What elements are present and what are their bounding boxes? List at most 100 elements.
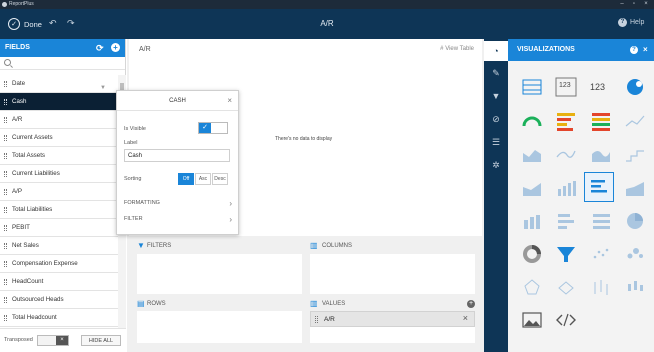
maximize-icon[interactable]: ▫ [628, 0, 640, 9]
formatting-section[interactable]: FORMATTING › [124, 199, 232, 208]
gear-icon[interactable]: ✲ [484, 155, 508, 175]
field-item[interactable]: Total Assets [0, 147, 118, 165]
drag-handle-icon[interactable] [4, 153, 7, 159]
drag-handle-icon[interactable] [4, 225, 7, 231]
map-globe-icon[interactable] [620, 72, 650, 102]
drag-handle-icon[interactable] [4, 99, 7, 105]
field-search-input[interactable] [0, 57, 125, 70]
field-item[interactable]: A/R [0, 111, 118, 129]
hide-all-button[interactable]: HIDE ALL [81, 335, 121, 346]
bullet-graph-icon[interactable] [551, 106, 581, 136]
drag-handle-icon[interactable] [4, 135, 7, 141]
transposed-toggle[interactable]: × [37, 335, 69, 346]
area-chart-icon[interactable] [517, 139, 547, 169]
field-item[interactable]: Date ▼ [0, 75, 118, 93]
drag-handle-icon[interactable] [315, 316, 318, 323]
filters-drop-zone[interactable] [137, 254, 302, 294]
field-list: Date ▼ Cash A/R Current Assets Total Asse… [0, 75, 118, 327]
refresh-icon[interactable]: ⟳ [96, 43, 104, 53]
sort-off-button[interactable]: Off [178, 173, 194, 185]
field-item[interactable]: Net Sales [0, 237, 118, 255]
sort-desc-button[interactable]: Desc [212, 173, 228, 185]
drag-handle-icon[interactable] [4, 189, 7, 195]
field-item[interactable]: Current Assets [0, 129, 118, 147]
field-item[interactable]: Total Headcount [0, 309, 118, 327]
bubble-chart-icon[interactable] [620, 239, 650, 269]
drag-handle-icon[interactable] [4, 261, 7, 267]
scatter-chart-icon[interactable] [586, 239, 616, 269]
visualizations-tab-icon[interactable]: ◔ [484, 41, 508, 61]
image-viz-icon[interactable] [517, 305, 547, 335]
radar-chart-icon[interactable] [517, 272, 547, 302]
check-icon: ✓ [199, 123, 211, 133]
remove-value-icon[interactable]: × [463, 313, 468, 323]
gauge-icon[interactable] [517, 106, 547, 136]
view-table-button[interactable]: # View Table [440, 46, 474, 52]
doughnut-chart-icon[interactable] [517, 239, 547, 269]
visualizations-panel: VISUALIZATIONS ? × 123 123 [508, 39, 654, 352]
funnel-chart-icon[interactable] [551, 239, 581, 269]
stacked-bar-icon[interactable] [551, 206, 581, 236]
drag-handle-icon[interactable] [4, 81, 7, 87]
drag-handle-icon[interactable] [4, 315, 7, 321]
field-settings-popup: CASH × Is Visible ✓ Label Cash Sorting O… [116, 90, 239, 235]
is-visible-toggle[interactable]: ✓ [198, 122, 228, 134]
field-label: A/P [12, 188, 22, 195]
drag-handle-icon[interactable] [4, 171, 7, 177]
close-icon[interactable]: × [643, 39, 648, 61]
kpi-number-icon[interactable]: 123 [551, 72, 581, 102]
field-item[interactable]: HeadCount [0, 273, 118, 291]
add-field-icon[interactable]: + [111, 43, 120, 52]
settings-wrench-icon[interactable]: ✎ [484, 63, 508, 83]
field-item-selected[interactable]: Cash [0, 93, 118, 111]
close-window-icon[interactable]: × [640, 0, 652, 9]
sliders-icon[interactable]: ☰ [484, 132, 508, 152]
columns-drop-zone[interactable] [310, 254, 475, 294]
fields-header: FIELDS ⟳ + [0, 39, 125, 57]
stacked-area-100-icon[interactable] [620, 173, 650, 203]
drag-handle-icon[interactable] [4, 207, 7, 213]
drag-handle-icon[interactable] [4, 297, 7, 303]
stacked-bar-100-icon[interactable] [586, 206, 616, 236]
field-item[interactable]: Total Liabilities [0, 201, 118, 219]
drag-handle-icon[interactable] [4, 117, 7, 123]
pie-chart-icon[interactable] [620, 206, 650, 236]
column-chart-icon[interactable] [551, 173, 581, 203]
field-item[interactable]: Current Liabilities [0, 165, 118, 183]
minimize-icon[interactable]: – [616, 0, 628, 9]
add-value-icon[interactable]: + [467, 300, 475, 308]
step-line-icon[interactable] [620, 139, 650, 169]
candlestick-chart-icon[interactable] [620, 272, 650, 302]
close-icon[interactable]: × [227, 91, 232, 111]
field-item[interactable]: A/P [0, 183, 118, 201]
filter-tab-icon[interactable]: ▼ [484, 86, 508, 106]
filter-section[interactable]: FILTER › [124, 215, 232, 224]
bar-chart-icon-selected[interactable] [584, 172, 614, 202]
polar-chart-icon[interactable] [551, 272, 581, 302]
help-button[interactable]: ? Help [618, 18, 644, 27]
stacked-column-icon[interactable] [517, 206, 547, 236]
label-input[interactable]: Cash [124, 149, 230, 162]
field-label: Total Headcount [12, 314, 57, 321]
grid-viz-icon[interactable] [517, 72, 547, 102]
stacked-area-icon[interactable] [517, 173, 547, 203]
line-chart-icon[interactable] [551, 139, 581, 169]
help-icon[interactable]: ? [630, 46, 638, 54]
drag-handle-icon[interactable] [4, 243, 7, 249]
field-item[interactable]: PEBIT [0, 219, 118, 237]
sorting-label: Sorting [124, 176, 142, 182]
text-number-icon[interactable]: 123 [586, 72, 616, 102]
spline-area-icon[interactable] [586, 139, 616, 169]
field-item[interactable]: Compensation Expense [0, 255, 118, 273]
drag-handle-icon[interactable] [4, 279, 7, 285]
sort-asc-button[interactable]: Asc [195, 173, 211, 185]
web-code-icon[interactable] [551, 305, 581, 335]
rows-drop-zone[interactable] [137, 311, 302, 343]
link-icon[interactable]: ⊘ [484, 109, 508, 129]
no-data-message: There's no data to display [275, 136, 333, 142]
sparkline-icon[interactable] [620, 106, 650, 136]
financial-chart-icon[interactable] [586, 272, 616, 302]
value-pill[interactable]: A/R × [310, 311, 475, 327]
scorecard-icon[interactable] [586, 106, 616, 136]
field-item[interactable]: Outsourced Heads [0, 291, 118, 309]
